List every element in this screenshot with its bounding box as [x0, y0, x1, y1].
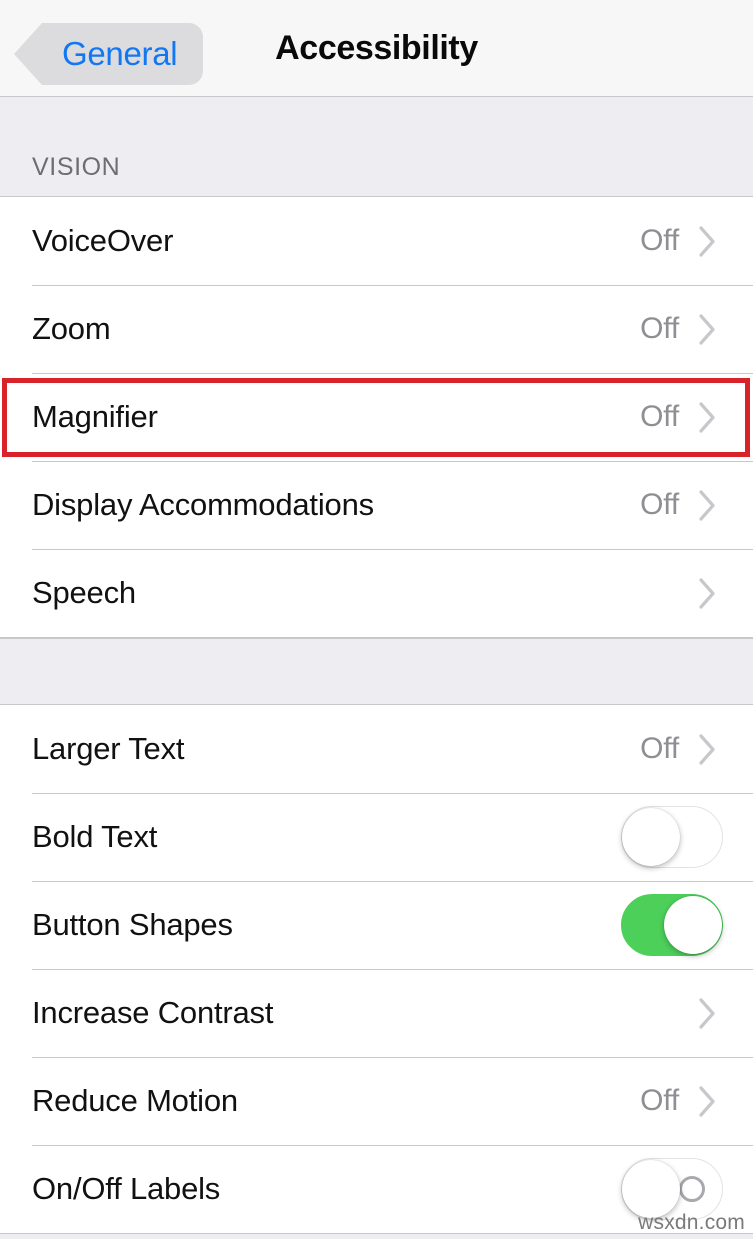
navigation-bar: General Accessibility: [0, 0, 753, 97]
watermark: wsxdn.com: [638, 1211, 745, 1234]
toggle-off-label-icon: [679, 1176, 705, 1202]
settings-row-display-accommodations[interactable]: Display Accommodations Off: [0, 461, 753, 549]
settings-row-larger-text[interactable]: Larger Text Off: [0, 705, 753, 793]
back-button-label: General: [62, 35, 178, 72]
row-label: On/Off Labels: [32, 1171, 221, 1206]
settings-row-zoom[interactable]: Zoom Off: [0, 285, 753, 373]
toggle-knob: [622, 1160, 680, 1218]
row-value: Off: [640, 732, 679, 765]
section-header-vision: VISION: [0, 97, 753, 196]
chevron-right-icon: [699, 733, 717, 765]
row-label: Button Shapes: [32, 907, 233, 942]
settings-row-speech[interactable]: Speech: [0, 549, 753, 637]
toggle-knob: [664, 896, 722, 954]
row-label: Larger Text: [32, 731, 185, 766]
row-label: Speech: [32, 575, 136, 610]
row-label: Reduce Motion: [32, 1083, 238, 1118]
back-button-general[interactable]: General: [14, 23, 204, 85]
settings-row-bold-text[interactable]: Bold Text: [0, 793, 753, 881]
settings-row-button-shapes[interactable]: Button Shapes: [0, 881, 753, 969]
section-header-label: VISION: [32, 153, 121, 181]
settings-group-vision: VoiceOver Off Zoom Off Magnifier Off Dis…: [0, 196, 753, 638]
row-label: VoiceOver: [32, 223, 174, 258]
row-label: Magnifier: [32, 399, 158, 434]
chevron-right-icon: [699, 997, 717, 1029]
chevron-right-icon: [699, 225, 717, 257]
row-label: Zoom: [32, 311, 111, 346]
toggle-bold-text[interactable]: [621, 806, 723, 868]
row-value: Off: [640, 400, 679, 433]
chevron-right-icon: [699, 313, 717, 345]
row-label: Display Accommodations: [32, 487, 374, 522]
row-value: Off: [640, 1084, 679, 1117]
chevron-right-icon: [699, 577, 717, 609]
row-value: Off: [640, 488, 679, 521]
section-gap: [0, 638, 753, 705]
settings-row-magnifier[interactable]: Magnifier Off: [0, 373, 753, 461]
settings-row-voiceover[interactable]: VoiceOver Off: [0, 197, 753, 285]
settings-row-increase-contrast[interactable]: Increase Contrast: [0, 969, 753, 1057]
row-label: Bold Text: [32, 819, 158, 854]
chevron-right-icon: [699, 489, 717, 521]
chevron-right-icon: [699, 1085, 717, 1117]
settings-row-reduce-motion[interactable]: Reduce Motion Off: [0, 1057, 753, 1145]
toggle-knob: [622, 808, 680, 866]
chevron-right-icon: [699, 401, 717, 433]
row-label: Increase Contrast: [32, 995, 274, 1030]
toggle-button-shapes[interactable]: [621, 894, 723, 956]
settings-list: VISION VoiceOver Off Zoom Off Magnifier …: [0, 97, 753, 1239]
row-value: Off: [640, 224, 679, 257]
settings-group-text-display: Larger Text Off Bold Text Button Shapes …: [0, 705, 753, 1234]
row-value: Off: [640, 312, 679, 345]
